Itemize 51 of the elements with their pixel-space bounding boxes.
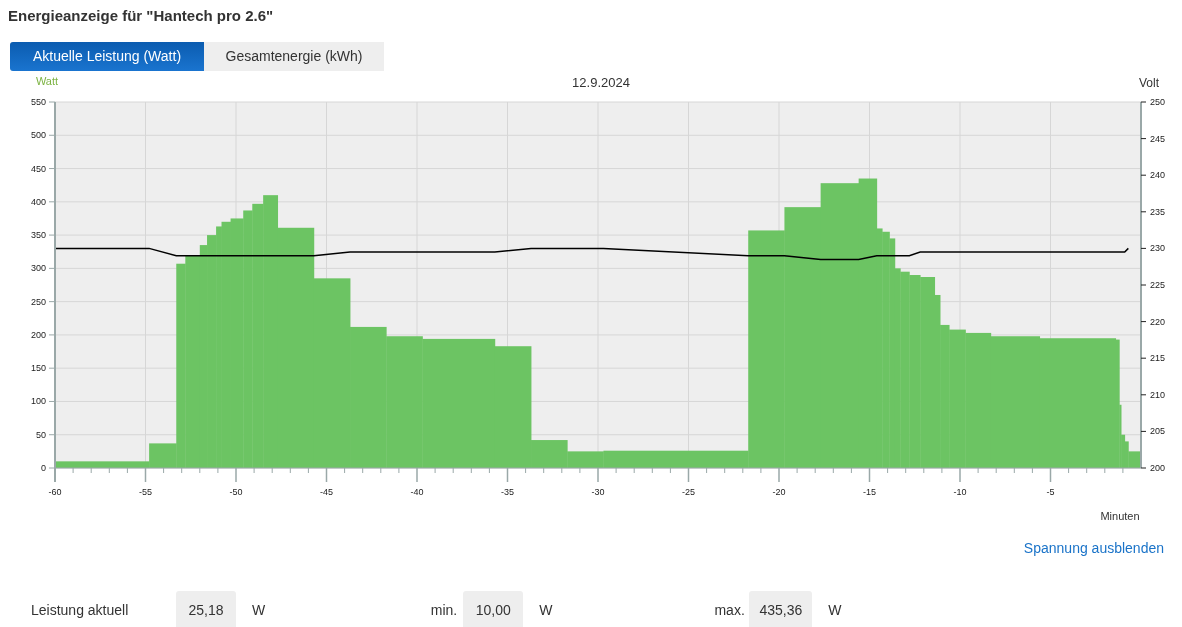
x-axis-label: -50 (229, 486, 243, 497)
y-axis-label: 300 (30, 262, 46, 273)
unit-label: W (539, 600, 553, 620)
y-axis-label: 250 (30, 296, 46, 307)
y2-axis-label: 200 (1150, 462, 1166, 473)
y-axis-title: Watt (35, 74, 59, 87)
y-axis-label: 350 (30, 229, 46, 240)
y2-axis-label: 205 (1150, 425, 1166, 436)
page-title: Energieanzeige für "Hantech pro 2.6" (8, 6, 275, 26)
y-axis-label: 150 (30, 362, 46, 373)
x-axis-label: -45 (320, 486, 333, 497)
x-axis-label: -55 (139, 486, 152, 497)
y2-axis-label: 240 (1150, 169, 1166, 180)
y-axis-label: 100 (30, 395, 46, 406)
y2-axis-label: 210 (1150, 389, 1166, 400)
x-axis-label: -40 (410, 486, 424, 497)
y-axis-label: 0 (41, 462, 46, 473)
stat-label: max. (714, 600, 746, 620)
x-axis-label: -30 (591, 486, 605, 497)
y2-axis-label: 215 (1150, 352, 1166, 363)
x-axis-label: -25 (682, 486, 695, 497)
x-axis-title: Minuten (1100, 509, 1140, 522)
x-axis-label: -15 (863, 486, 876, 497)
y2-axis-label: 250 (1150, 96, 1166, 107)
x-axis-label: -20 (772, 486, 786, 497)
y-axis-label: 450 (30, 163, 46, 174)
x-axis-label: -10 (953, 486, 967, 497)
y-axis-label: 550 (30, 96, 46, 107)
hide-voltage-link[interactable]: Spannung ausblenden (1023, 537, 1164, 559)
stat-label: Leistung aktuell (31, 600, 130, 620)
y-axis-label: 400 (30, 196, 46, 207)
unit-label: W (252, 600, 266, 620)
x-axis-label: -5 (1046, 486, 1055, 497)
stat-label: min. (429, 600, 459, 620)
y-axis-label: 500 (30, 129, 46, 140)
chart-tab[interactable]: Aktuelle Leistung (Watt) (10, 41, 204, 71)
x-axis-label: -35 (501, 486, 514, 497)
x-axis-label: -60 (48, 486, 62, 497)
stat-value: 10,00 (463, 590, 524, 627)
y2-axis-label: 225 (1150, 279, 1166, 290)
unit-label: W (828, 600, 842, 620)
y2-axis-label: 245 (1150, 133, 1166, 144)
y2-axis-label: 230 (1150, 242, 1166, 253)
stat-value: 435,36 (749, 590, 813, 627)
chart-title: 12.9.2024 (572, 74, 630, 90)
stat-value: 25,18 (176, 590, 236, 627)
y-axis-label: 50 (36, 429, 46, 440)
y2-axis-title: Volt (1139, 75, 1159, 90)
y2-axis-label: 220 (1150, 316, 1166, 327)
y-axis-label: 200 (30, 329, 46, 340)
y2-axis-label: 235 (1150, 206, 1166, 217)
